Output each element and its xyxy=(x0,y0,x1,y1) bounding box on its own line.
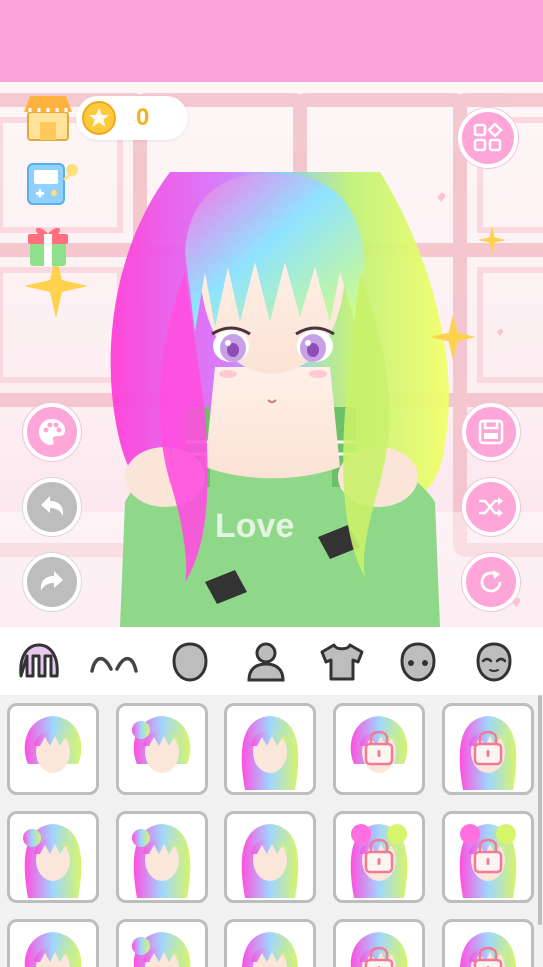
category-tabs xyxy=(0,627,543,695)
shop-icon xyxy=(24,96,72,141)
hair-preview-icon xyxy=(132,716,191,773)
save-button[interactable] xyxy=(462,403,520,461)
top-bar xyxy=(0,0,543,82)
color-palette-button[interactable] xyxy=(23,403,81,461)
categories-grid-icon xyxy=(473,123,503,152)
lock-icon xyxy=(364,730,394,766)
lock-icon xyxy=(473,730,503,766)
hair-item[interactable] xyxy=(116,919,208,967)
palette-icon xyxy=(39,419,65,445)
body-icon xyxy=(247,642,285,682)
reset-button[interactable] xyxy=(462,553,520,611)
hair-icon xyxy=(19,643,59,678)
eyebrows-icon xyxy=(90,657,138,673)
hair-preview-icon xyxy=(23,824,82,898)
tab-face[interactable] xyxy=(392,637,444,687)
hair-item[interactable] xyxy=(224,811,316,903)
tab-expression[interactable] xyxy=(468,637,520,687)
hair-item[interactable] xyxy=(333,811,425,903)
game-console-button[interactable] xyxy=(26,160,82,208)
lock-icon xyxy=(473,946,503,967)
tab-head[interactable] xyxy=(164,637,216,687)
tab-body[interactable] xyxy=(240,637,292,687)
hair-preview-icon xyxy=(242,932,298,967)
hair-preview-icon xyxy=(132,824,191,898)
hair-preview-icon xyxy=(24,932,82,967)
hair-item[interactable] xyxy=(333,703,425,795)
hair-preview-icon xyxy=(132,932,191,967)
head-icon xyxy=(172,642,208,682)
lock-icon xyxy=(364,946,394,967)
tab-hair[interactable] xyxy=(13,637,65,687)
tab-eyebrows[interactable] xyxy=(88,637,140,687)
coin-counter xyxy=(76,96,188,140)
lock-icon xyxy=(473,838,503,874)
hair-item[interactable] xyxy=(224,703,316,795)
shuffle-button[interactable] xyxy=(462,478,520,536)
hair-item[interactable] xyxy=(333,919,425,967)
hair-preview-icon xyxy=(241,824,299,898)
hair-item[interactable] xyxy=(116,703,208,795)
hair-item-grid xyxy=(0,695,543,967)
hair-item[interactable] xyxy=(7,919,99,967)
hair-item[interactable] xyxy=(116,811,208,903)
redo-icon xyxy=(40,571,63,591)
shuffle-icon xyxy=(479,497,503,517)
reset-icon xyxy=(480,570,502,593)
hair-preview-icon xyxy=(241,716,299,790)
grid-scrollbar[interactable] xyxy=(538,695,542,925)
undo-icon xyxy=(41,496,64,516)
hair-item[interactable] xyxy=(7,703,99,795)
gift-icon xyxy=(28,227,68,266)
hair-item[interactable] xyxy=(442,703,534,795)
hair-item[interactable] xyxy=(442,811,534,903)
face-icon xyxy=(400,642,436,682)
gift-button[interactable] xyxy=(26,222,70,268)
shirt-icon xyxy=(320,643,364,681)
undo-button[interactable] xyxy=(23,478,81,536)
coin-count: 0 xyxy=(136,104,150,131)
hair-item[interactable] xyxy=(7,811,99,903)
sparkle-icon xyxy=(478,226,506,254)
sparkle-icon xyxy=(430,314,476,360)
shop-button[interactable] xyxy=(22,92,74,142)
hair-preview-icon xyxy=(24,716,82,773)
expression-icon xyxy=(476,642,512,682)
tab-clothes[interactable] xyxy=(316,637,368,687)
redo-button[interactable] xyxy=(23,553,81,611)
categories-grid-button[interactable] xyxy=(458,108,518,168)
hair-item[interactable] xyxy=(442,919,534,967)
lock-icon xyxy=(364,838,394,874)
coin-icon xyxy=(82,101,116,135)
hair-item[interactable] xyxy=(224,919,316,967)
svg-text:Love: Love xyxy=(215,507,294,545)
save-icon xyxy=(478,419,504,445)
game-console-icon xyxy=(27,163,78,205)
